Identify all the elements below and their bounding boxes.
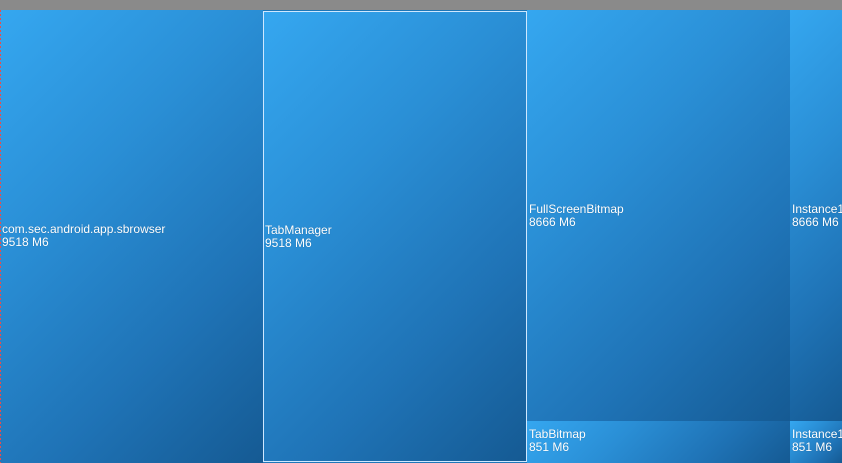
tile-label: TabBitmap 851 M6 xyxy=(529,428,586,454)
treemap-canvas: com.sec.android.app.sbrowser 9518 M6 Tab… xyxy=(0,10,842,463)
tile-size: 8666 M6 xyxy=(529,215,576,229)
treemap-tile-tabbitmap[interactable]: TabBitmap 851 M6 xyxy=(527,421,790,463)
tile-size: 851 M6 xyxy=(792,440,833,454)
tile-size: 851 M6 xyxy=(529,440,570,454)
tile-size: 8666 M6 xyxy=(792,215,839,229)
tile-label: FullScreenBitmap 8666 M6 xyxy=(529,203,624,229)
top-toolbar-strip xyxy=(0,0,842,10)
treemap-tile-instance-top[interactable]: Instance1 8666 M6 xyxy=(790,10,842,421)
tile-label: Instance1 8666 M6 xyxy=(792,203,842,229)
tile-label: TabManager 9518 M6 xyxy=(265,224,332,250)
tile-label: com.sec.android.app.sbrowser 9518 M6 xyxy=(2,223,165,249)
treemap-tile-fullscreenbitmap[interactable]: FullScreenBitmap 8666 M6 xyxy=(527,10,790,421)
tile-size: 9518 M6 xyxy=(265,236,312,250)
treemap-tile-tabmanager[interactable]: TabManager 9518 M6 xyxy=(263,11,527,462)
treemap-tile-instance-bottom[interactable]: Instance1 851 M6 xyxy=(790,421,842,463)
left-edge-marker xyxy=(0,10,1,463)
treemap-tile-sbrowser[interactable]: com.sec.android.app.sbrowser 9518 M6 xyxy=(0,10,263,463)
tile-label: Instance1 851 M6 xyxy=(792,428,842,454)
tile-size: 9518 M6 xyxy=(2,235,49,249)
